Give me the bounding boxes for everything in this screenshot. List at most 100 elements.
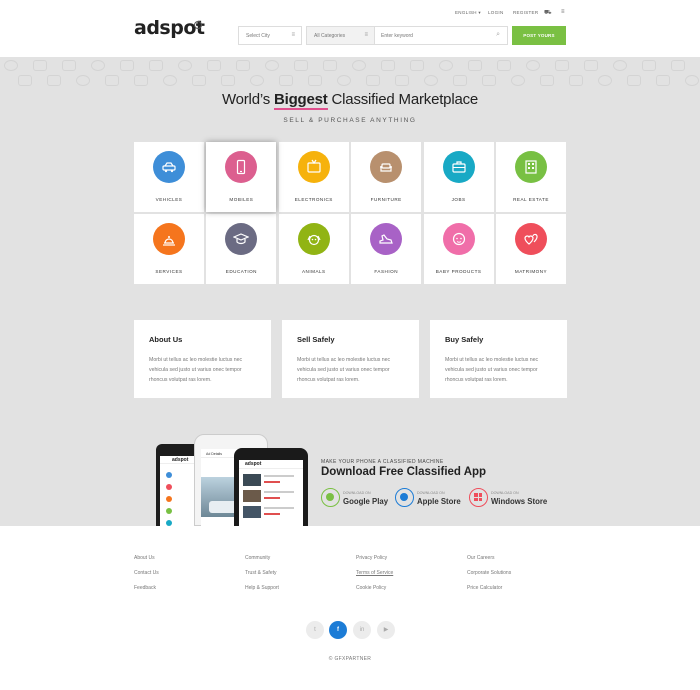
pattern-shape-icon <box>439 60 453 71</box>
pattern-shape-icon <box>598 75 612 86</box>
baby-icon <box>442 223 475 255</box>
pattern-shape-icon <box>381 60 395 71</box>
pattern-shape-icon <box>265 60 279 71</box>
pattern-shape-icon <box>395 75 409 86</box>
category-tile-fashion[interactable]: FASHION <box>351 214 422 284</box>
search-bar: All Categories ≡ Enter keyword ⌕ <box>306 26 508 45</box>
pattern-shape-icon <box>323 60 337 71</box>
category-tile-electronics[interactable]: ELECTRONICS <box>278 142 349 212</box>
bell-icon <box>153 223 185 255</box>
pattern-shape-icon <box>613 60 627 71</box>
info-box-buy-safely: Buy Safely Morbi ut tellus ac leo molest… <box>430 320 567 398</box>
pattern-shape-icon <box>627 75 641 86</box>
category-label: MATRIMONY <box>514 269 548 274</box>
category-tile-baby-products[interactable]: BABY PRODUCTS <box>423 214 494 284</box>
app-kicker: MAKE YOUR PHONE A CLASSIFIED MACHINE <box>321 459 444 465</box>
hero-title: World’s Biggest Classified Marketplace <box>0 91 700 110</box>
footer-link-contact[interactable]: Contact Us <box>134 570 159 576</box>
apple-store-button[interactable]: DOWNLOAD ON Apple Store <box>395 488 461 508</box>
category-label: JOBS <box>451 197 466 202</box>
category-label: VEHICLES <box>155 197 183 202</box>
facebook-icon[interactable]: f <box>329 621 347 639</box>
windows-store-button[interactable]: DOWNLOAD ON Windows Store <box>469 488 549 508</box>
phone-right: adspot <box>234 448 308 526</box>
footer-link-corporate[interactable]: Corporate Solutions <box>467 570 511 576</box>
login-link[interactable]: LOGIN <box>488 10 504 15</box>
cart-icon[interactable]: ⛟ <box>544 9 552 17</box>
google-play-button[interactable]: DOWNLOAD ON Google Play <box>321 488 388 508</box>
pattern-shape-icon <box>482 75 496 86</box>
youtube-icon[interactable]: ▶ <box>377 621 395 639</box>
category-tile-animals[interactable]: ANIMALS <box>278 214 349 284</box>
site-header: adspot ® ENGLISH ▾ LOGIN REGISTER ⛟ ≡ Se… <box>0 0 700 57</box>
footer-link-community[interactable]: Community <box>245 555 270 561</box>
footer-link-about[interactable]: About Us <box>134 555 155 561</box>
copyright: © GFXPARTNER <box>328 656 372 662</box>
category-tile-furniture[interactable]: FURNITURE <box>351 142 422 212</box>
hero-subtitle: SELL & PURCHASE ANYTHING <box>283 117 417 124</box>
pattern-shape-icon <box>424 75 438 86</box>
briefcase-icon <box>442 151 475 183</box>
pattern-shape-icon <box>76 75 90 86</box>
pattern-shape-icon <box>250 75 264 86</box>
info-box-sell-safely: Sell Safely Morbi ut tellus ac leo moles… <box>282 320 419 398</box>
pattern-shape-icon <box>671 60 685 71</box>
store-name: Apple Store <box>417 497 461 506</box>
footer-link-cookie[interactable]: Cookie Policy <box>356 585 386 591</box>
android-icon <box>321 488 340 507</box>
logo[interactable]: adspot <box>134 17 205 39</box>
car-icon <box>153 151 185 183</box>
logo-text-ad: ad <box>134 17 160 39</box>
pattern-shape-icon <box>308 75 322 86</box>
footer-link-help[interactable]: Help & Support <box>245 585 279 591</box>
hero-title-suffix: Classified Marketplace <box>327 91 479 108</box>
category-tile-jobs[interactable]: JOBS <box>423 142 494 212</box>
pattern-shape-icon <box>294 60 308 71</box>
apple-icon <box>395 488 414 507</box>
footer-link-terms[interactable]: Terms of Service <box>356 570 393 576</box>
category-tile-real-estate[interactable]: REAL ESTATE <box>496 142 566 212</box>
pattern-shape-icon <box>192 75 206 86</box>
category-label: SERVICES <box>155 269 183 274</box>
twitter-icon[interactable]: t <box>306 621 324 639</box>
menu-icon[interactable]: ≡ <box>561 9 565 15</box>
language-selector[interactable]: ENGLISH ▾ <box>455 10 481 16</box>
pattern-shape-icon <box>207 60 221 71</box>
mobile-icon <box>225 151 258 183</box>
pattern-shape-icon <box>468 60 482 71</box>
footer-link-price-calculator[interactable]: Price Calculator <box>467 585 502 591</box>
category-tile-vehicles[interactable]: VEHICLES <box>134 142 204 212</box>
info-box-title: Buy Safely <box>445 335 484 344</box>
footer-link-feedback[interactable]: Feedback <box>134 585 156 591</box>
keyword-input[interactable]: Enter keyword <box>381 33 413 39</box>
pattern-shape-icon <box>511 75 525 86</box>
footer-link-careers[interactable]: Our Careers <box>467 555 495 561</box>
category-tile-services[interactable]: SERVICES <box>134 214 204 284</box>
info-box-text: Morbi ut tellus ac leo molestie luctus n… <box>445 357 539 383</box>
footer-link-trust-safety[interactable]: Trust & Safety <box>245 570 277 576</box>
post-ad-button[interactable]: POST YOURS <box>512 26 566 45</box>
category-tile-education[interactable]: EDUCATION <box>206 214 277 284</box>
category-tile-mobiles[interactable]: MOBILES <box>206 142 277 212</box>
footer-link-privacy[interactable]: Privacy Policy <box>356 555 387 561</box>
pattern-shape-icon <box>134 75 148 86</box>
category-label: EDUCATION <box>225 269 257 274</box>
category-select[interactable]: All Categories ≡ <box>307 27 375 44</box>
register-link[interactable]: REGISTER <box>513 10 538 15</box>
pattern-shape-icon <box>91 60 105 71</box>
app-phones-image: adspot Ad Details adspot <box>156 434 308 527</box>
phone-logo: adspot <box>172 457 189 463</box>
linkedin-icon[interactable]: in <box>353 621 371 639</box>
city-select[interactable]: Select City ≡ <box>238 26 302 45</box>
search-icon[interactable]: ⌕ <box>496 31 500 39</box>
info-box-text: Morbi ut tellus ac leo molestie luctus n… <box>149 357 243 383</box>
category-tile-matrimony[interactable]: MATRIMONY <box>496 214 566 284</box>
pattern-shape-icon <box>642 60 656 71</box>
pattern-shape-icon <box>497 60 511 71</box>
list-icon: ≡ <box>291 32 295 38</box>
building-icon <box>515 151 547 183</box>
category-label: ANIMALS <box>301 269 326 274</box>
store-name: Windows Store <box>491 497 548 506</box>
pattern-shape-icon <box>120 60 134 71</box>
phone-logo: adspot <box>245 461 262 467</box>
